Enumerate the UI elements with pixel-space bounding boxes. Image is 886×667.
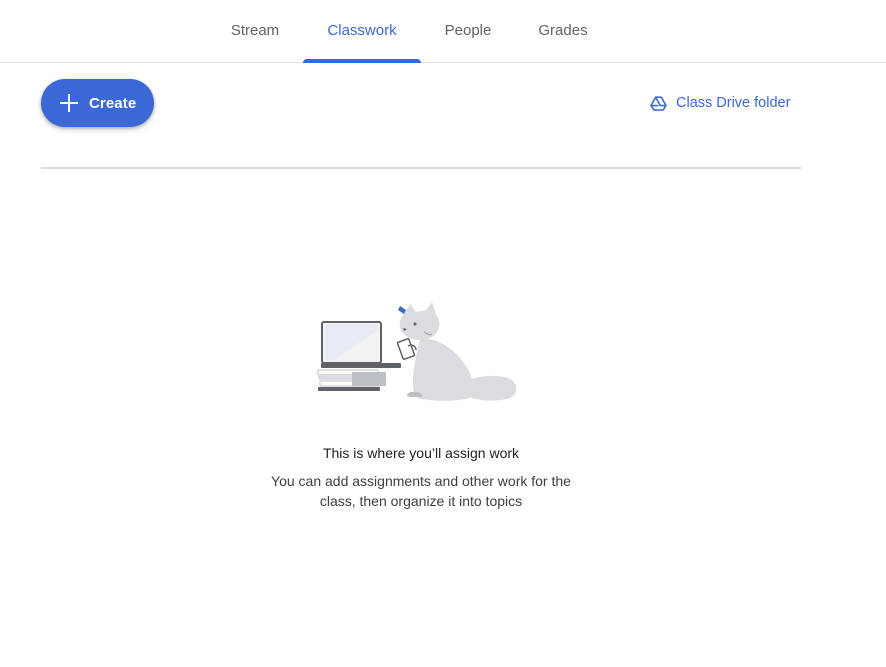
class-drive-folder-link[interactable]: Class Drive folder <box>650 93 790 113</box>
empty-state-title: This is where you’ll assign work <box>322 445 520 461</box>
tab-grades[interactable]: Grades <box>528 0 598 62</box>
tab-stream[interactable]: Stream <box>221 0 289 62</box>
tab-grades-label: Grades <box>538 21 588 39</box>
empty-state-description: You can add assignments and other work f… <box>271 473 571 509</box>
cat-with-laptop-illustration <box>317 302 517 401</box>
class-drive-folder-label: Class Drive folder <box>676 95 791 111</box>
tab-people[interactable]: People <box>435 0 501 62</box>
create-button-label: Create <box>89 94 137 112</box>
google-drive-icon <box>650 95 667 111</box>
create-button[interactable]: Create <box>41 79 154 127</box>
tab-people-label: People <box>444 21 492 39</box>
section-divider <box>41 167 801 169</box>
plus-icon <box>60 94 78 112</box>
classwork-page: Stream Classwork People Grades Create Cl… <box>0 0 886 667</box>
tab-stream-label: Stream <box>230 21 280 39</box>
top-navigation: Stream Classwork People Grades <box>0 0 886 63</box>
tab-classwork-label: Classwork <box>327 21 397 39</box>
active-tab-indicator <box>303 59 421 63</box>
tab-classwork[interactable]: Classwork <box>303 0 421 63</box>
